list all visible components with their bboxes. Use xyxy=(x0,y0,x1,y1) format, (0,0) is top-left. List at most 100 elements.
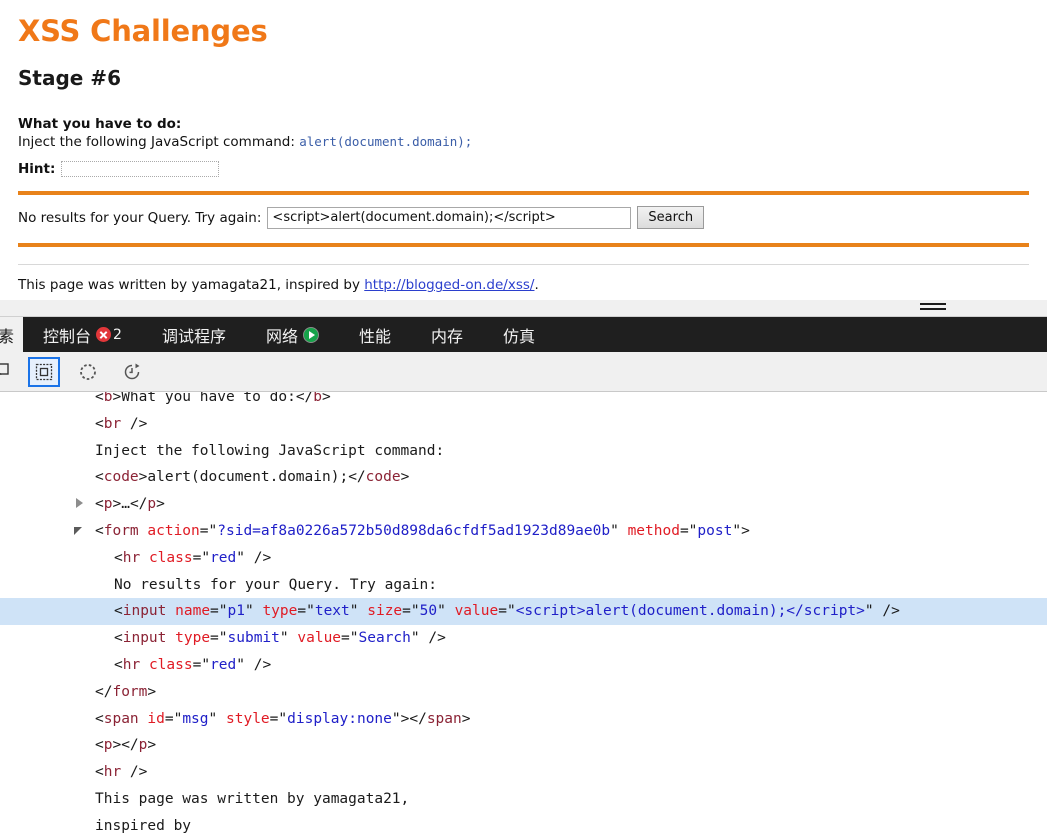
dom-token-txt: No results for your Query. Try again: xyxy=(114,576,438,593)
credit-suffix: . xyxy=(534,277,539,294)
hint-row: Hint: xyxy=(18,161,1029,178)
dashed-circle-icon[interactable] xyxy=(72,357,104,387)
dom-token-punct: =" xyxy=(402,603,420,620)
devtools-tab-0[interactable]: 元素 xyxy=(0,317,24,352)
dom-token-punct: < xyxy=(95,522,104,539)
rule-orange-top xyxy=(18,191,1029,196)
devtools-tab-5[interactable]: 内存 xyxy=(411,317,483,352)
devtools-tab-4[interactable]: 性能 xyxy=(339,317,411,352)
dom-line[interactable]: <hr class="red" /> xyxy=(0,652,1047,679)
devtools-tab-label: 性能 xyxy=(358,326,391,346)
dom-token-punct: " xyxy=(437,603,446,620)
dom-line[interactable]: <form action="?sid=af8a0226a572b50d898da… xyxy=(0,518,1047,545)
dom-token-punct: < xyxy=(95,737,104,754)
dom-token-val: ?sid=af8a0226a572b50d898da6cfdf5ad1923d8… xyxy=(217,522,611,539)
twisty-open-icon[interactable] xyxy=(74,526,82,535)
task-text: Inject the following JavaScript command: xyxy=(18,134,295,151)
dom-token-txt: … xyxy=(121,496,130,513)
dom-token-punct: > xyxy=(112,496,122,513)
dom-token-punct: < xyxy=(95,469,104,486)
credit-prefix: This page was written by yamagata21, ins… xyxy=(18,277,365,294)
dom-line[interactable]: <hr class="red" /> xyxy=(0,545,1047,572)
dom-token-punct: =" xyxy=(164,710,183,727)
dom-line[interactable]: <hr /> xyxy=(0,759,1047,786)
dom-token-tag: hr xyxy=(122,656,141,673)
dom-token-txt xyxy=(166,603,175,619)
dom-token-txt: Inject the following JavaScript command: xyxy=(95,442,445,459)
devtools-tab-1[interactable]: 控制台 2 xyxy=(23,317,142,352)
task-label: What you have to do: xyxy=(18,116,182,133)
dom-line[interactable]: inspired by xyxy=(0,813,1047,838)
dom-token-val: p1 xyxy=(227,603,245,620)
dom-line[interactable]: <br /> xyxy=(0,411,1047,438)
reload-clock-icon[interactable] xyxy=(116,357,148,387)
play-circle-icon[interactable] xyxy=(302,326,319,343)
dom-token-punct: =" xyxy=(192,549,211,566)
stage-heading: Stage #6 xyxy=(18,66,121,91)
dom-token-punct: < xyxy=(95,496,104,513)
devtools-splitter[interactable] xyxy=(0,300,1047,317)
devtools-tab-label: 仿真 xyxy=(503,326,536,346)
dom-token-val: text xyxy=(314,603,350,620)
dom-line[interactable]: <input type="submit" value="Search" /> xyxy=(0,625,1047,652)
dom-line[interactable]: This page was written by yamagata21, xyxy=(0,786,1047,813)
dom-token-punct: " /> xyxy=(236,656,272,673)
dom-line[interactable]: No results for your Query. Try again: xyxy=(0,572,1047,599)
dom-token-punct: " xyxy=(349,603,359,620)
search-form: No results for your Query. Try again: Se… xyxy=(18,206,1029,230)
dom-token-tag: p xyxy=(147,496,157,513)
dom-token-punct: > xyxy=(147,737,157,754)
dom-line[interactable]: <input name="p1" type="text" size="50" v… xyxy=(0,598,1047,626)
dom-line[interactable]: <b>What you have to do:</b> xyxy=(0,392,1047,411)
dom-tree-pane[interactable]: <b>What you have to do:</b> <br /> Inject … xyxy=(0,392,1047,838)
dom-token-val: red xyxy=(210,656,237,673)
dom-token-punct: /> xyxy=(121,415,148,432)
dom-token-punct: > xyxy=(322,392,331,405)
dom-token-txt: inspired by xyxy=(95,817,192,834)
dom-token-txt xyxy=(140,657,149,673)
dom-line[interactable]: Inject the following JavaScript command: xyxy=(0,438,1047,465)
dom-token-punct: </ xyxy=(95,683,113,700)
dom-token-tag: input xyxy=(122,630,167,647)
devtools-panel: 元素控制台2调试程序网络性能内存仿真 <b>What you have to d… xyxy=(0,300,1047,838)
error-badge-icon: 2 xyxy=(96,327,122,343)
dom-line[interactable]: </form> xyxy=(0,679,1047,706)
dom-token-tag: hr xyxy=(122,549,141,566)
search-input[interactable] xyxy=(267,206,632,229)
dom-token-val: display:none xyxy=(287,710,392,727)
dom-line[interactable]: <p>…</p> xyxy=(0,491,1047,518)
box-model-icon[interactable] xyxy=(28,356,60,387)
dom-token-tag: br xyxy=(103,415,122,432)
dom-token-punct: =" xyxy=(498,603,516,620)
dom-token-txt xyxy=(140,550,149,566)
search-button[interactable]: Search xyxy=(637,206,705,230)
resize-grip-icon[interactable] xyxy=(920,303,946,313)
hint-box[interactable] xyxy=(61,161,220,178)
dom-token-tag: span xyxy=(426,710,462,727)
devtools-tab-6[interactable]: 仿真 xyxy=(483,317,555,352)
credit-link[interactable]: http://blogged-on.de/xss/ xyxy=(364,277,534,293)
dom-token-tag: form xyxy=(103,522,139,539)
dom-token-attr: value xyxy=(297,630,342,647)
rendered-web-page: XSS Challenges Stage #6 What you have to… xyxy=(0,0,1047,300)
twisty-closed-icon[interactable] xyxy=(76,498,83,509)
error-circle-icon xyxy=(96,327,112,342)
dom-line[interactable]: <span id="msg" style="display:none"></sp… xyxy=(0,706,1047,733)
element-picker-icon[interactable] xyxy=(0,357,16,387)
devtools-tab-label: 调试程序 xyxy=(161,326,226,346)
dom-line[interactable]: <p></p> xyxy=(0,732,1047,759)
dom-token-val: submit xyxy=(227,630,280,647)
rule-plain xyxy=(18,264,1029,266)
dom-token-txt: What you have to do: xyxy=(121,392,296,405)
dom-token-attr: class xyxy=(148,656,193,673)
dom-line[interactable]: <code>alert(document.domain);</code> xyxy=(0,464,1047,491)
devtools-tab-2[interactable]: 调试程序 xyxy=(142,317,246,352)
dom-token-punct: " xyxy=(208,710,218,727)
dom-token-punct: "> xyxy=(391,710,410,727)
dom-token-punct: =" xyxy=(269,710,288,727)
dom-token-val: post xyxy=(697,522,733,539)
dom-token-txt: alert(document.domain); xyxy=(147,469,349,486)
dom-token-attr: class xyxy=(148,549,193,566)
devtools-tab-3[interactable]: 网络 xyxy=(246,317,339,352)
dom-token-tag: code xyxy=(365,469,401,486)
